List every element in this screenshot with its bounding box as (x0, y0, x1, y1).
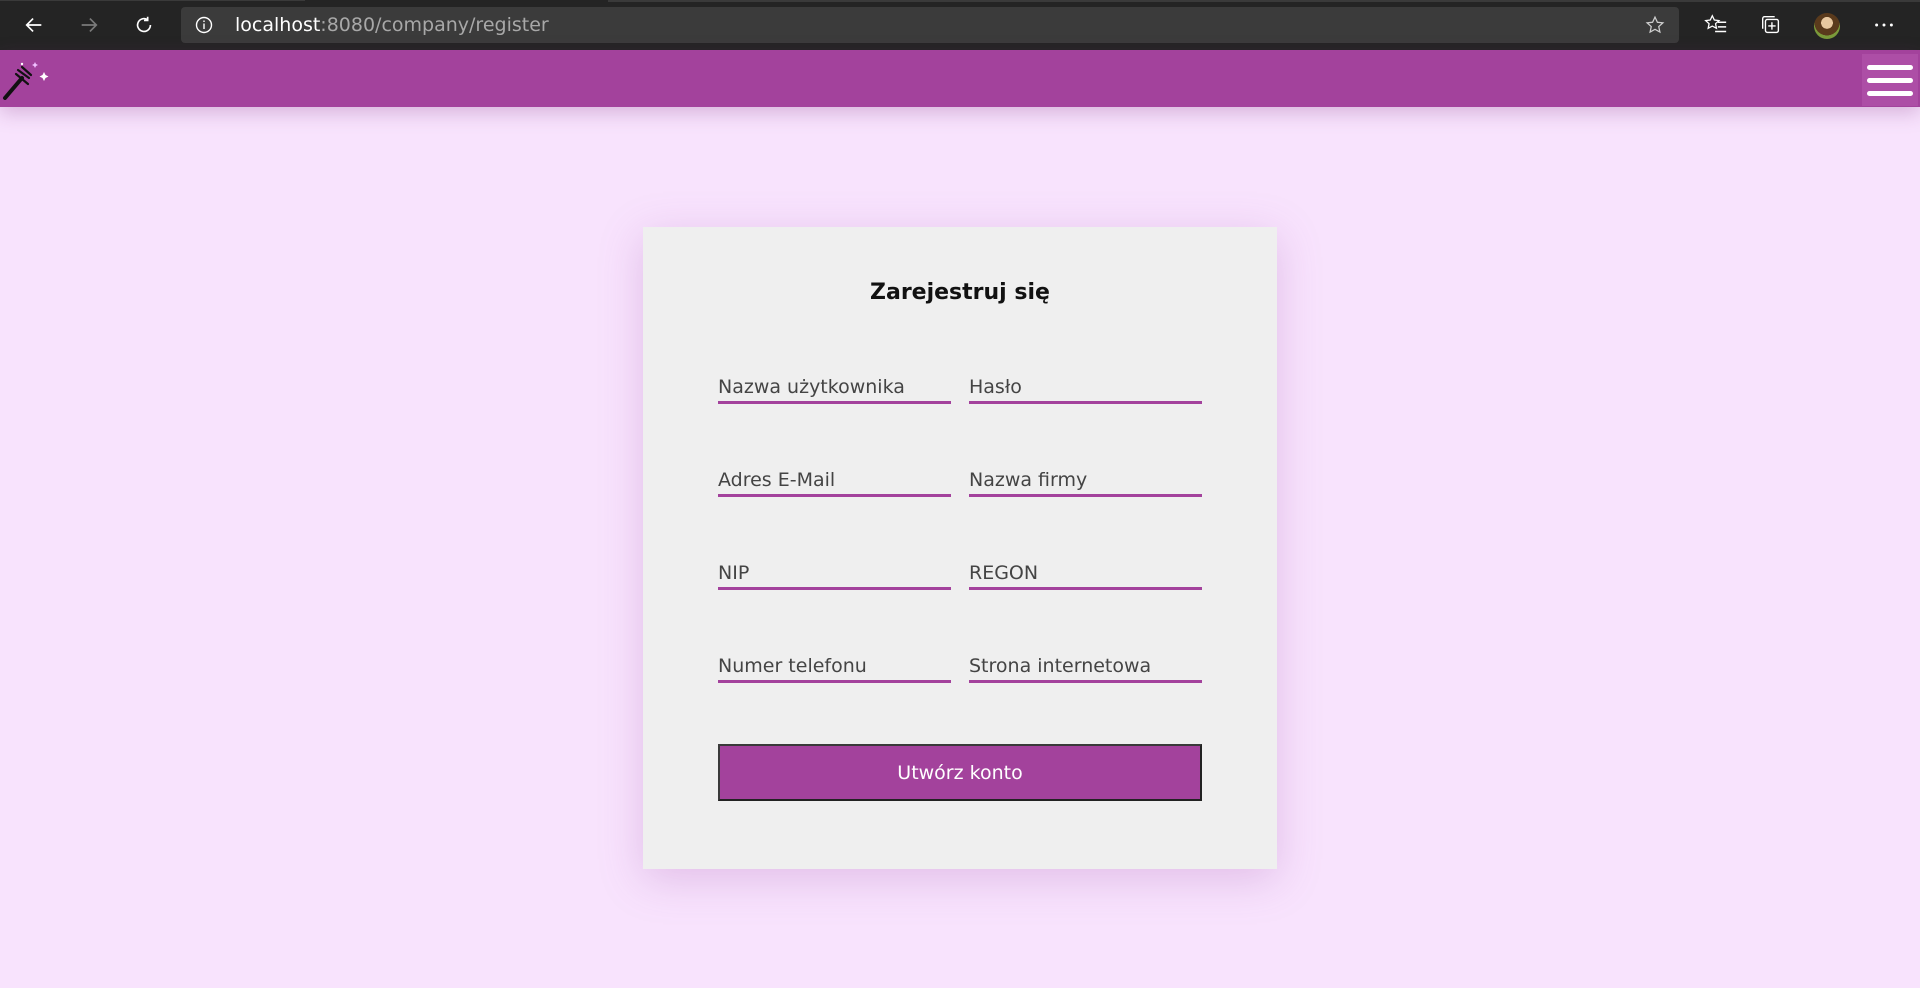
collections-button[interactable] (1758, 12, 1784, 38)
website-field-container (969, 639, 1202, 683)
forward-arrow-icon (81, 17, 98, 33)
refresh-button[interactable] (126, 7, 162, 43)
nip-field[interactable] (718, 546, 951, 587)
phone-field[interactable] (718, 639, 951, 680)
email-field[interactable] (718, 453, 951, 494)
tab-strip-edge-right (608, 0, 1920, 2)
star-icon[interactable] (1645, 15, 1665, 35)
url-host: localhost (235, 14, 321, 36)
nip-field-container (718, 546, 951, 590)
more-button[interactable] (1871, 12, 1897, 38)
more-icon (1875, 23, 1893, 27)
hamburger-menu-button[interactable] (1862, 54, 1918, 106)
hamburger-line (1867, 90, 1913, 96)
magic-wand-icon[interactable] (2, 58, 50, 100)
username-field-container (718, 360, 951, 404)
phone-field-container (718, 639, 951, 683)
form-title: Zarejestruj się (870, 280, 1050, 305)
url-text[interactable]: localhost:8080/company/register (235, 14, 549, 36)
company-name-field-container (969, 453, 1202, 497)
back-arrow-icon (25, 17, 42, 33)
username-field[interactable] (718, 360, 951, 401)
forward-button[interactable] (71, 7, 107, 43)
app-header (0, 50, 1920, 107)
company-name-field[interactable] (969, 453, 1202, 494)
website-field[interactable] (969, 639, 1202, 680)
url-path: :8080/company/register (320, 14, 549, 36)
hamburger-line (1867, 64, 1913, 70)
favorites-button[interactable] (1703, 12, 1729, 38)
hamburger-line (1867, 77, 1913, 83)
back-button[interactable] (16, 7, 52, 43)
tab-strip-edge (0, 0, 305, 1)
create-account-button[interactable]: Utwórz konto (718, 744, 1202, 801)
address-bar[interactable]: localhost:8080/company/register (181, 7, 1679, 43)
regon-field[interactable] (969, 546, 1202, 587)
email-field-container (718, 453, 951, 497)
browser-toolbar: localhost:8080/company/register (0, 0, 1920, 50)
info-icon[interactable] (195, 16, 213, 34)
profile-avatar[interactable] (1814, 13, 1840, 39)
collections-icon (1762, 16, 1780, 34)
favorites-icon (1704, 14, 1727, 33)
password-field-container (969, 360, 1202, 404)
register-card: Zarejestruj się Utwórz konto (643, 227, 1277, 869)
refresh-icon (136, 16, 152, 33)
password-field[interactable] (969, 360, 1202, 401)
regon-field-container (969, 546, 1202, 590)
